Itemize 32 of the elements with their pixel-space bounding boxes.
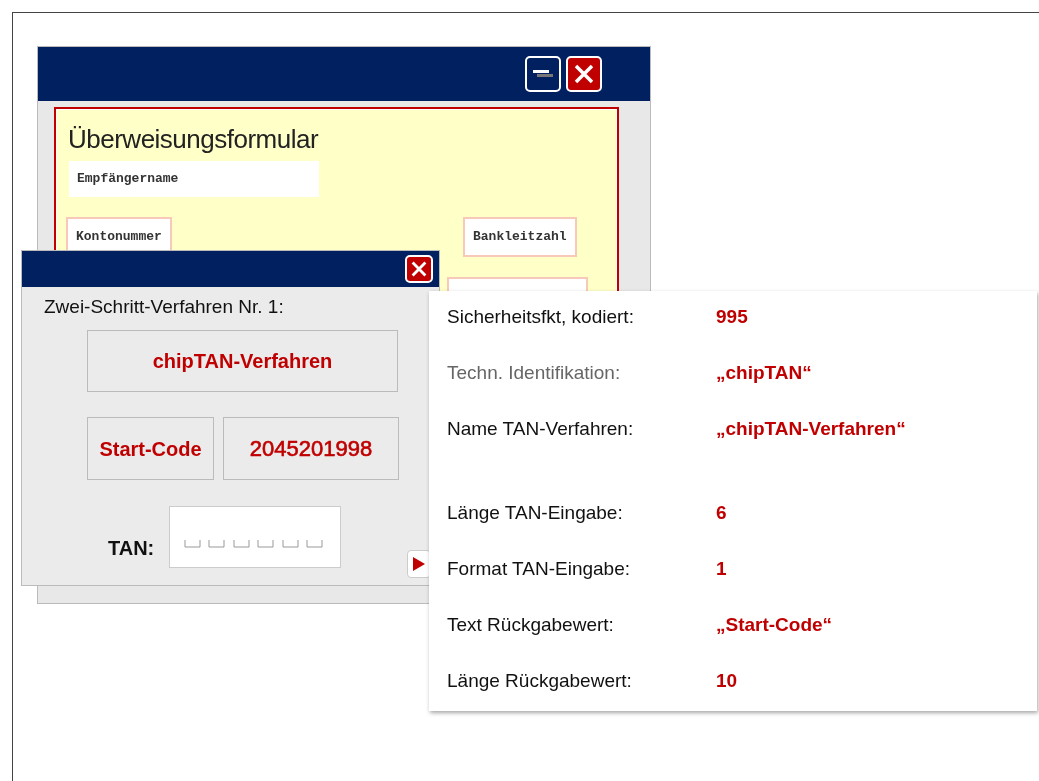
play-button[interactable]	[407, 550, 431, 578]
tan-input-field[interactable]	[169, 506, 341, 568]
info-value: 6	[716, 501, 727, 525]
input-field[interactable]: Empfängername	[69, 161, 319, 197]
tan-label: TAN:	[108, 536, 155, 561]
info-label: Sicherheitsfkt, kodiert:	[447, 305, 635, 329]
info-label: Format TAN-Eingabe:	[447, 557, 632, 581]
info-label: Name TAN-Verfahren:	[447, 417, 635, 441]
input-field[interactable]: Bankleitzahl	[463, 217, 577, 257]
info-value: „chipTAN-Verfahren“	[716, 417, 906, 441]
dialog-heading: Zwei-Schritt-Verfahren Nr. 1:	[44, 295, 284, 319]
info-value: „chipTAN“	[716, 361, 812, 385]
return-label-field: Start-Code	[87, 417, 214, 480]
info-label: Länge Rückgabewert:	[447, 669, 633, 693]
info-value: „Start-Code“	[716, 613, 833, 637]
method-field: chipTAN-Verfahren	[87, 330, 398, 392]
play-icon	[413, 557, 425, 571]
form-title: Überweisungsformular	[68, 124, 319, 156]
info-value: 995	[716, 305, 748, 329]
info-value: 10	[716, 669, 738, 693]
close-icon	[411, 261, 427, 277]
return-value-field: 2045201998	[223, 417, 399, 480]
info-label: Text Rückgabewert:	[447, 613, 615, 637]
close-button[interactable]	[405, 255, 433, 283]
minimize-icon	[533, 70, 553, 78]
minimize-button[interactable]	[525, 56, 561, 92]
info-value: 1	[716, 557, 727, 581]
amount-field[interactable]	[447, 277, 588, 291]
info-label: Länge TAN-Eingabe:	[447, 501, 624, 525]
close-icon	[574, 64, 594, 84]
info-label: Techn. Identifikation:	[447, 361, 622, 385]
close-button[interactable]	[566, 56, 602, 92]
